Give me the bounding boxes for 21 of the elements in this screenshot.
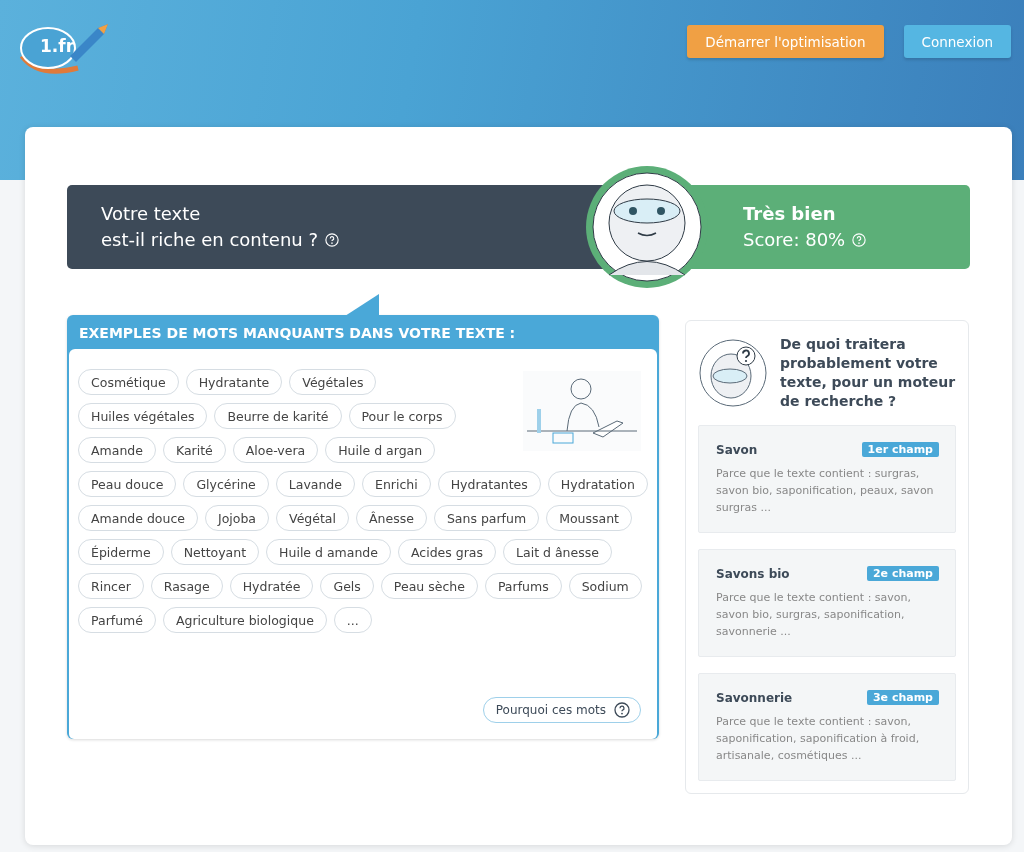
help-icon[interactable] (614, 702, 630, 718)
topic-reason: Parce que le texte contient : savon, saponification, saponification à froid, artisanale, cosmétiques ... (716, 714, 921, 764)
question-text: Votre texte (101, 202, 202, 226)
topic-name: Savonnerie (716, 690, 793, 705)
rank-badge: 2e champ (866, 566, 939, 581)
topic-reason: Parce que le texte contient : surgras, savon bio, saponification, peaux, savon surgras ... (716, 466, 935, 516)
login-button[interactable]: Connexion (903, 25, 1011, 58)
panel-title: EXEMPLES DE MOTS MANQUANTS DANS VOTRE TEXTE : (78, 324, 517, 343)
why-these-words-button[interactable]: Pourquoi ces mots (482, 697, 641, 723)
rank-badge: 3e champ (866, 690, 939, 705)
topic-name: Savons bio (716, 566, 790, 581)
topics-title: De quoi traitera probablement votre texte, pour un moteur de recherche ? (780, 335, 956, 411)
question-text: est-il riche en contenu ? (101, 228, 318, 252)
verdict-text: Très bien (743, 202, 837, 226)
topic-name: Savon (716, 442, 758, 457)
score-text: Score: 80% (743, 228, 846, 252)
rank-badge: 1er champ (861, 442, 939, 457)
topic-reason: Parce que le texte contient : savon, savon bio, surgras, saponification, savonnerie ... (716, 590, 913, 640)
thinking-robot-icon (698, 338, 768, 408)
logo-text: 1.fr (40, 36, 75, 56)
start-optimization-button[interactable]: Démarrer l'optimisation (687, 25, 884, 58)
